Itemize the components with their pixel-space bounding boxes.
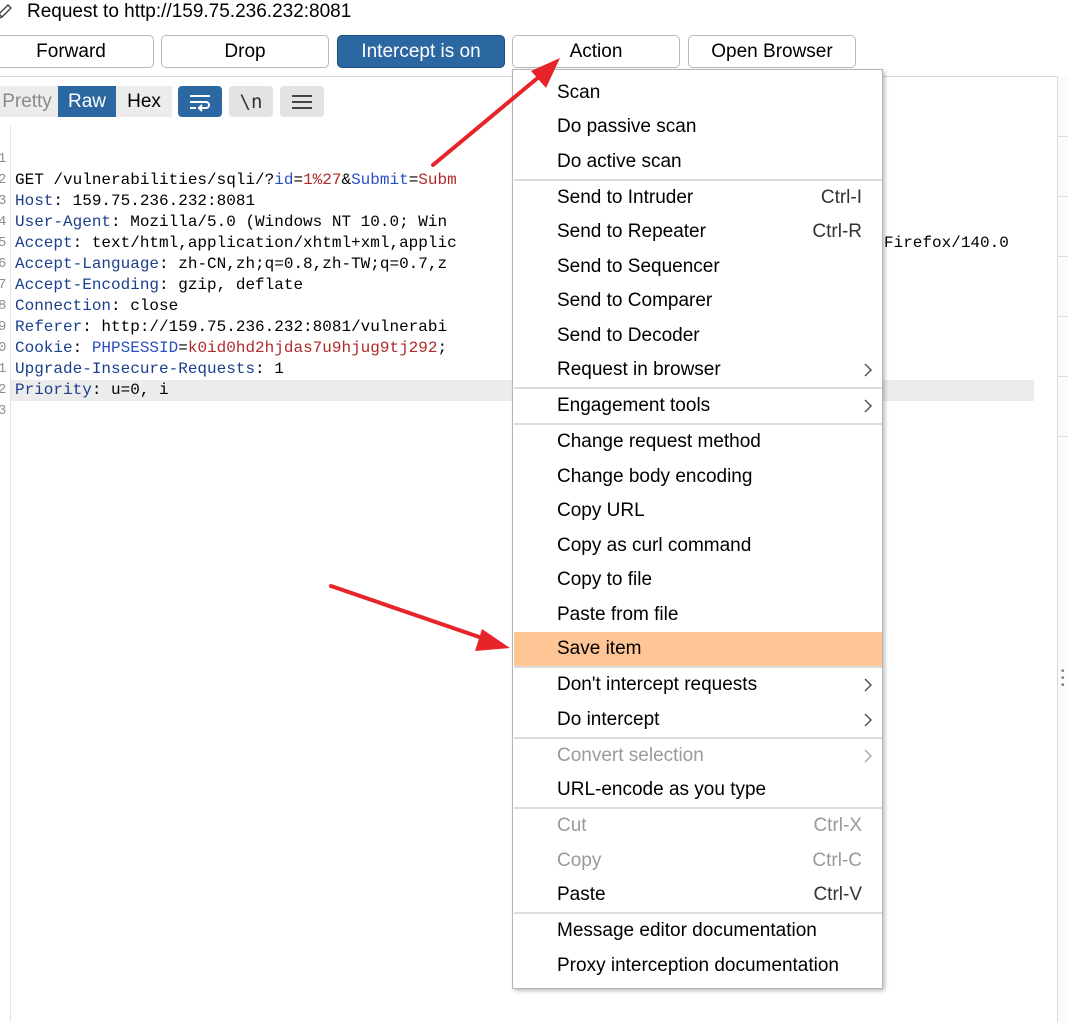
menu-item-send-to-intruder[interactable]: Send to Intruder Ctrl-I bbox=[514, 181, 882, 215]
menu-item-copy-as-curl[interactable]: Copy as curl command bbox=[514, 529, 882, 563]
wrap-lines-toggle[interactable] bbox=[178, 86, 222, 117]
show-newlines-toggle[interactable]: \n bbox=[229, 86, 273, 117]
menu-item-message-editor-docs[interactable]: Message editor documentation bbox=[514, 914, 882, 948]
tab-pretty[interactable]: Pretty bbox=[0, 86, 58, 117]
pencil-icon bbox=[0, 4, 12, 19]
menu-item-change-request-method[interactable]: Change request method bbox=[514, 425, 882, 459]
menu-item-paste[interactable]: Paste Ctrl-V bbox=[514, 878, 882, 912]
menu-item-send-to-decoder[interactable]: Send to Decoder bbox=[514, 319, 882, 353]
menu-item-passive-scan[interactable]: Do passive scan bbox=[514, 110, 882, 144]
window-titlebar: Request to http://159.75.236.232:8081 bbox=[0, 0, 1068, 28]
inspector-side-panel[interactable]: • • • bbox=[1057, 76, 1068, 1022]
menu-item-engagement-tools[interactable]: Engagement tools bbox=[514, 389, 882, 423]
forward-button[interactable]: Forward bbox=[0, 35, 154, 68]
menu-item-copy: Copy Ctrl-C bbox=[557, 850, 862, 871]
chevron-right-icon bbox=[864, 749, 873, 763]
wrap-lines-icon bbox=[190, 94, 210, 112]
menu-item-copy-url[interactable]: Copy URL bbox=[514, 494, 882, 528]
intercept-toggle-button[interactable]: Intercept is on bbox=[337, 35, 505, 68]
chevron-right-icon bbox=[864, 713, 873, 727]
chevron-right-icon bbox=[864, 399, 873, 413]
menu-item-dont-intercept-requests[interactable]: Don't intercept requests bbox=[514, 668, 882, 702]
chevron-right-icon bbox=[864, 363, 873, 377]
menu-item-send-to-repeater[interactable]: Send to Repeater Ctrl-R bbox=[514, 215, 882, 249]
drop-button[interactable]: Drop bbox=[161, 35, 329, 68]
menu-item-copy-to-file[interactable]: Copy to file bbox=[514, 563, 882, 597]
menu-item-send-to-sequencer[interactable]: Send to Sequencer bbox=[514, 250, 882, 284]
menu-item-do-intercept[interactable]: Do intercept bbox=[514, 703, 882, 737]
menu-item-send-to-comparer[interactable]: Send to Comparer bbox=[514, 284, 882, 318]
resize-handle-icon[interactable]: • • • bbox=[1061, 667, 1065, 691]
menu-item-change-body-encoding[interactable]: Change body encoding bbox=[514, 460, 882, 494]
menu-item-scan[interactable]: Scan bbox=[514, 76, 882, 110]
editor-menu-button[interactable] bbox=[280, 86, 324, 117]
open-browser-button[interactable]: Open Browser bbox=[688, 35, 856, 68]
hamburger-menu-icon bbox=[292, 94, 312, 109]
menu-item-save-item[interactable]: Save item bbox=[514, 632, 882, 666]
tab-hex[interactable]: Hex bbox=[116, 86, 172, 117]
chevron-right-icon bbox=[864, 678, 873, 692]
menu-item-paste-from-file[interactable]: Paste from file bbox=[514, 598, 882, 632]
menu-item-url-encode-as-you-type[interactable]: URL-encode as you type bbox=[514, 773, 882, 807]
menu-item-convert-selection: Convert selection bbox=[514, 739, 882, 773]
action-context-menu: Scan Do passive scan Do active scan Send… bbox=[512, 69, 883, 989]
tab-raw[interactable]: Raw bbox=[58, 86, 116, 117]
action-button[interactable]: Action bbox=[512, 35, 680, 68]
menu-item-cut: Cut Ctrl-X bbox=[557, 815, 862, 836]
menu-item-active-scan[interactable]: Do active scan bbox=[514, 145, 882, 179]
window-title: Request to http://159.75.236.232:8081 bbox=[27, 1, 352, 22]
menu-item-proxy-interception-docs[interactable]: Proxy interception documentation bbox=[514, 949, 882, 983]
menu-item-request-in-browser[interactable]: Request in browser bbox=[514, 353, 882, 387]
